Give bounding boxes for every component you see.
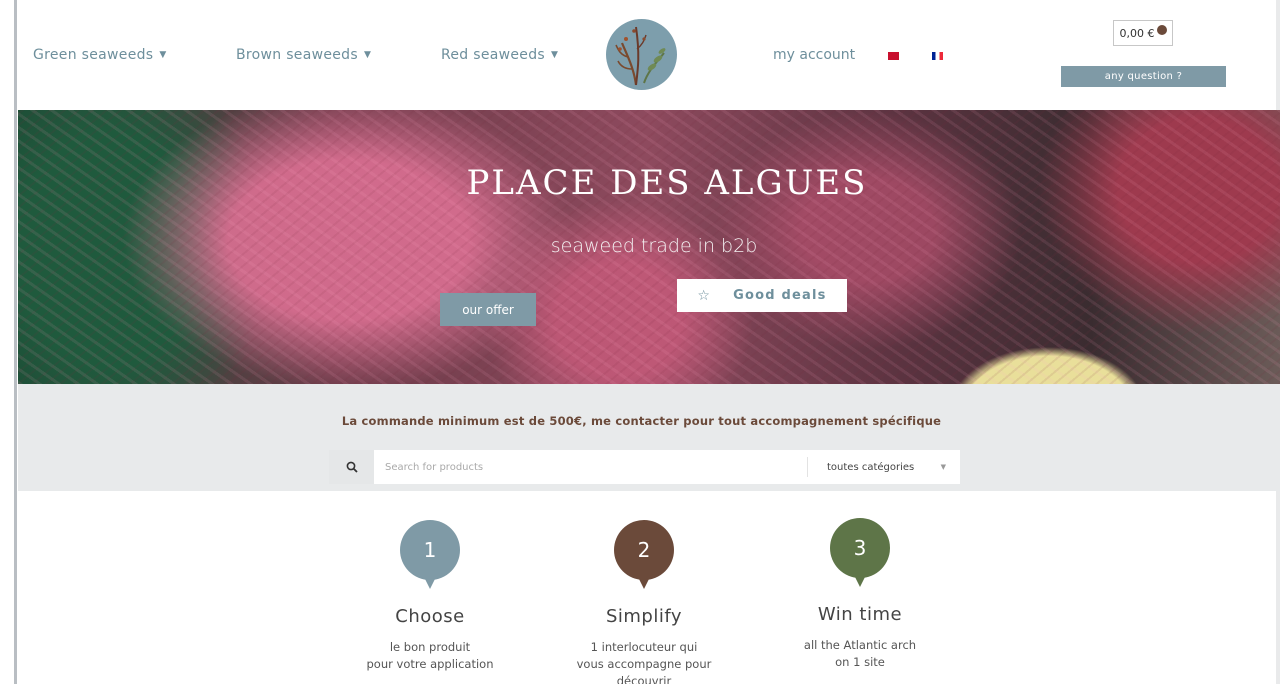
hero-subtitle: seaweed trade in b2b (550, 235, 758, 257)
step-2-line3: découvrir (616, 674, 672, 684)
step-1-line1: le bon produit (389, 640, 471, 654)
step-2-bubble: 2 (614, 520, 674, 589)
bubble-tail (854, 575, 866, 587)
site-header: Green seaweeds ▼ Brown seaweeds ▼ Red seaw… (18, 0, 1276, 110)
step-3-line1: all the Atlantic arch (803, 638, 917, 652)
our-offer-button[interactable]: our offer (440, 293, 536, 326)
search-icon (346, 461, 358, 473)
step-3-text: all the Atlantic arch on 1 site (760, 637, 960, 671)
step-2-title: Simplify (605, 606, 683, 627)
window-left-edge (14, 0, 17, 684)
nav-red-seaweeds[interactable]: Red seaweeds ▼ (441, 47, 558, 63)
search-input[interactable] (375, 450, 805, 484)
caret-down-icon: ▼ (551, 50, 559, 60)
nav-brown-seaweeds[interactable]: Brown seaweeds ▼ (236, 47, 371, 63)
step-1-line2: pour votre application (366, 657, 494, 671)
cart-button[interactable]: 0,00 € (1113, 20, 1173, 46)
my-account-link[interactable]: my account (773, 47, 855, 63)
step-win-time: 3 Win time all the Atlantic arch on 1 si… (760, 518, 960, 671)
flag-en-icon[interactable] (888, 52, 899, 60)
nav-brown-label: Brown seaweeds (236, 47, 358, 63)
caret-down-icon: ▼ (940, 463, 946, 471)
page: Green seaweeds ▼ Brown seaweeds ▼ Red seaw… (0, 0, 1280, 684)
bubble-tail (638, 577, 650, 589)
seaweed-logo-art (606, 19, 677, 90)
step-3-bubble: 3 (830, 518, 890, 587)
any-question-button[interactable]: any question ? (1061, 66, 1226, 87)
step-2-line1: 1 interlocuteur qui (590, 640, 698, 654)
bubble-tail (424, 577, 436, 589)
step-1-number: 1 (423, 538, 437, 562)
caret-down-icon: ▼ (363, 50, 372, 60)
hero-banner: PLACE DES ALGUES seaweed trade in b2b ou… (18, 110, 1280, 384)
step-1-bubble: 1 (400, 520, 460, 589)
step-1-title: Choose (395, 606, 465, 627)
category-value: toutes catégories (827, 461, 915, 473)
nav-green-label: Green seaweeds (33, 47, 154, 63)
search-band: La commande minimum est de 500€, me cont… (18, 384, 1280, 491)
step-2-line2: vous accompagne pour (576, 657, 712, 671)
seaweed-logo[interactable] (606, 19, 677, 90)
step-3-line2: on 1 site (835, 655, 885, 669)
step-2-number: 2 (637, 538, 651, 562)
nav-red-label: Red seaweeds (441, 47, 545, 63)
caret-down-icon: ▼ (159, 50, 167, 60)
step-1-text: le bon produit pour votre application (330, 639, 530, 673)
star-icon: ☆ (697, 287, 712, 304)
search-button[interactable] (329, 450, 374, 484)
good-deals-button[interactable]: ☆ Good deals (677, 279, 847, 312)
step-simplify: 2 Simplify 1 interlocuteur qui vous acco… (544, 520, 744, 684)
bag-icon (1156, 25, 1167, 35)
nav-green-seaweeds[interactable]: Green seaweeds ▼ (33, 47, 167, 63)
step-3-number: 3 (853, 536, 867, 560)
flag-fr-icon[interactable] (932, 52, 943, 60)
minimum-order-notice: La commande minimum est de 500€, me cont… (341, 414, 942, 428)
product-search: toutes catégories ▼ (329, 450, 960, 484)
cart-amount: 0,00 € (1119, 26, 1155, 40)
step-choose: 1 Choose le bon produit pour votre appli… (330, 520, 530, 673)
step-3-title: Win time (817, 604, 903, 625)
good-deals-label: Good deals (733, 288, 827, 303)
category-select[interactable]: toutes catégories ▼ (808, 450, 960, 484)
hero-title: PLACE DES ALGUES (466, 163, 868, 203)
step-2-text: 1 interlocuteur qui vous accompagne pour… (544, 639, 744, 684)
